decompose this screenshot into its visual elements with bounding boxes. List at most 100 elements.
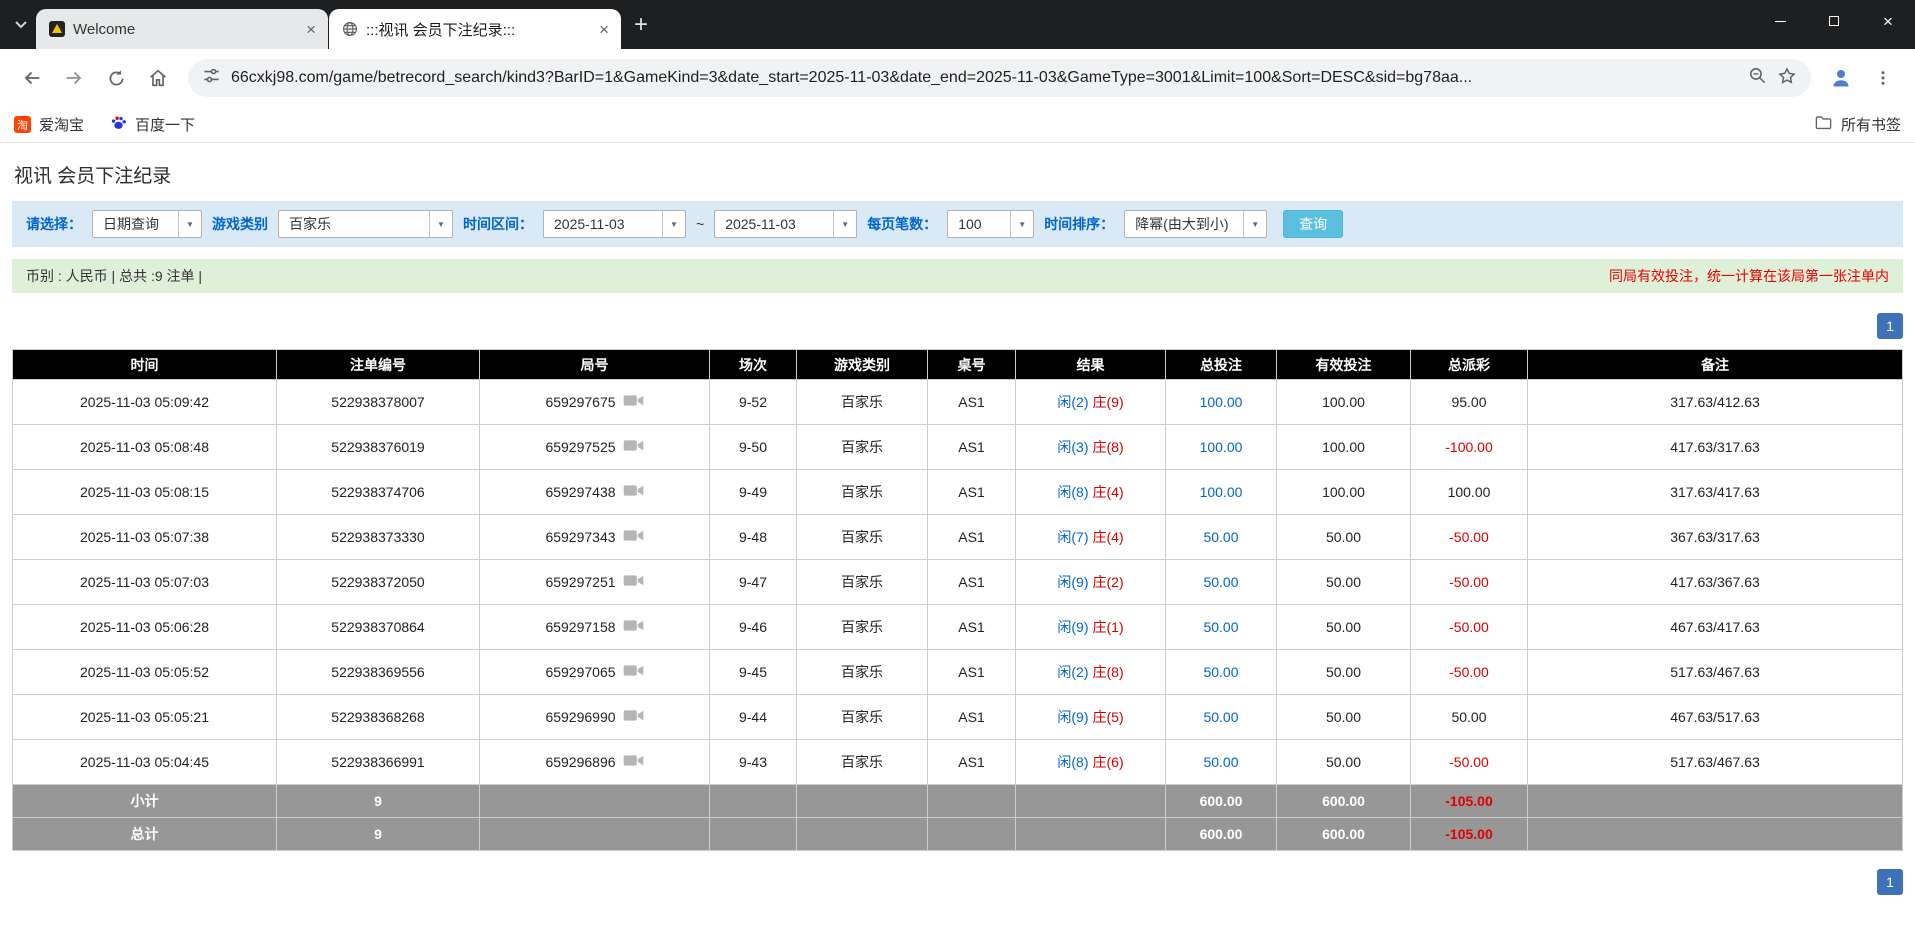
cell-game-type: 百家乐	[796, 379, 928, 425]
search-button[interactable]: 查询	[1283, 210, 1344, 238]
cell-round-id: 659297343	[479, 514, 710, 560]
total-total-bet: 600.00	[1165, 817, 1277, 851]
date-start-select[interactable]: 2025-11-03 ▼	[543, 210, 686, 238]
total-bet-link[interactable]: 100.00	[1200, 394, 1243, 410]
new-tab-button[interactable]: +	[634, 12, 648, 37]
all-bookmarks[interactable]: 所有书签	[1814, 113, 1901, 136]
cell-bet-id: 522938376019	[276, 424, 480, 470]
menu-kebab-icon[interactable]	[1863, 58, 1903, 98]
welcome-favicon-icon	[48, 21, 65, 38]
close-button[interactable]: ×	[1861, 0, 1915, 42]
empty-cell	[927, 817, 1016, 851]
cell-time: 2025-11-03 05:07:03	[12, 559, 277, 605]
result-banker: 庄(5)	[1092, 709, 1124, 725]
subtotal-label: 小计	[12, 784, 277, 818]
total-payout: -105.00	[1410, 817, 1528, 851]
cell-game-type: 百家乐	[796, 559, 928, 605]
bookmark-star-icon[interactable]	[1777, 66, 1797, 91]
tab-welcome[interactable]: Welcome ×	[36, 9, 328, 49]
empty-cell	[1527, 784, 1903, 818]
sort-select[interactable]: 降幂(由大到小) ▼	[1124, 210, 1268, 238]
cell-session: 9-49	[709, 469, 797, 515]
total-bet-link[interactable]: 50.00	[1203, 709, 1238, 725]
cell-payout: -50.00	[1410, 739, 1528, 785]
total-bet-link[interactable]: 50.00	[1203, 664, 1238, 680]
video-replay-icon[interactable]	[623, 618, 644, 636]
video-replay-icon[interactable]	[623, 483, 644, 501]
zoom-icon[interactable]	[1748, 66, 1767, 90]
tab-search-icon[interactable]	[6, 10, 36, 40]
cell-result: 闲(9) 庄(5)	[1015, 694, 1166, 740]
video-replay-icon[interactable]	[623, 708, 644, 726]
cell-total-bet: 50.00	[1165, 559, 1277, 605]
result-player: 闲(8)	[1057, 754, 1089, 770]
address-bar[interactable]: 66cxkj98.com/game/betrecord_search/kind3…	[188, 59, 1811, 97]
cell-session: 9-50	[709, 424, 797, 470]
subtotal-total-bet: 600.00	[1165, 784, 1277, 818]
total-bet-link[interactable]: 50.00	[1203, 529, 1238, 545]
cell-table-no: AS1	[927, 649, 1016, 695]
video-replay-icon[interactable]	[623, 528, 644, 546]
tab-bet-records[interactable]: :::视讯 会员下注纪录::: ×	[329, 9, 621, 49]
video-replay-icon[interactable]	[623, 663, 644, 681]
result-player: 闲(9)	[1057, 709, 1089, 725]
date-end-select[interactable]: 2025-11-03 ▼	[714, 210, 858, 238]
profile-avatar-icon[interactable]	[1821, 58, 1861, 98]
table-row: 2025-11-03 05:05:21 522938368268 6592969…	[12, 694, 1903, 740]
total-bet-link[interactable]: 100.00	[1200, 484, 1243, 500]
cell-round-id: 659297438	[479, 469, 710, 515]
page-1-button[interactable]: 1	[1877, 869, 1903, 895]
cell-note: 367.63/317.63	[1527, 514, 1903, 560]
filter-bar: 请选择： 日期查询 ▼ 游戏类别 百家乐 ▼ 时间区间： 2025-11-03 …	[12, 201, 1903, 247]
video-replay-icon[interactable]	[623, 573, 644, 591]
date-end-value: 2025-11-03	[725, 216, 796, 232]
cell-bet-id: 522938373330	[276, 514, 480, 560]
video-replay-icon[interactable]	[623, 393, 644, 411]
url-text[interactable]: 66cxkj98.com/game/betrecord_search/kind3…	[231, 69, 1738, 87]
tab-close-icon[interactable]: ×	[599, 21, 609, 38]
per-page-select[interactable]: 100 ▼	[947, 210, 1035, 238]
cell-time: 2025-11-03 05:06:28	[12, 604, 277, 650]
cell-round-id: 659296896	[479, 739, 710, 785]
header-result: 结果	[1015, 349, 1166, 380]
chevron-down-icon: ▼	[833, 211, 856, 237]
taobao-icon: 淘	[14, 116, 31, 133]
cell-total-bet: 50.00	[1165, 694, 1277, 740]
minimize-button[interactable]	[1753, 0, 1807, 42]
bookmark-baidu[interactable]: 百度一下	[110, 114, 195, 135]
maximize-button[interactable]	[1807, 0, 1861, 42]
cell-round-id: 659297158	[479, 604, 710, 650]
cell-payout: 100.00	[1410, 469, 1528, 515]
cell-payout: -50.00	[1410, 649, 1528, 695]
cell-table-no: AS1	[927, 514, 1016, 560]
cell-total-bet: 50.00	[1165, 649, 1277, 695]
video-replay-icon[interactable]	[623, 753, 644, 771]
result-banker: 庄(4)	[1092, 484, 1124, 500]
result-banker: 庄(4)	[1092, 529, 1124, 545]
total-valid-bet: 600.00	[1276, 817, 1411, 851]
site-settings-icon[interactable]	[202, 66, 221, 90]
game-type-select[interactable]: 百家乐 ▼	[278, 210, 453, 238]
empty-cell	[1015, 784, 1166, 818]
home-icon[interactable]	[138, 58, 178, 98]
tab-close-icon[interactable]: ×	[306, 21, 316, 38]
sort-value: 降幂(由大到小)	[1135, 216, 1229, 232]
total-bet-link[interactable]: 50.00	[1203, 574, 1238, 590]
cell-total-bet: 100.00	[1165, 469, 1277, 515]
video-replay-icon[interactable]	[623, 438, 644, 456]
forward-icon[interactable]	[54, 58, 94, 98]
cell-note: 317.63/417.63	[1527, 469, 1903, 515]
total-count: 9	[276, 817, 480, 851]
total-bet-link[interactable]: 50.00	[1203, 754, 1238, 770]
refresh-icon[interactable]	[96, 58, 136, 98]
bookmark-taobao[interactable]: 淘 爱淘宝	[14, 114, 84, 135]
page-1-button[interactable]: 1	[1877, 313, 1903, 339]
game-type-label: 游戏类别	[212, 216, 268, 232]
cell-valid-bet: 50.00	[1276, 514, 1411, 560]
total-bet-link[interactable]: 50.00	[1203, 619, 1238, 635]
cell-bet-id: 522938370864	[276, 604, 480, 650]
back-icon[interactable]	[12, 58, 52, 98]
total-bet-link[interactable]: 100.00	[1200, 439, 1243, 455]
summary-bar: 币别 : 人民币 | 总共 :9 注单 | 同局有效投注，统一计算在该局第一张注…	[12, 259, 1903, 293]
query-type-select[interactable]: 日期查询 ▼	[92, 210, 202, 238]
